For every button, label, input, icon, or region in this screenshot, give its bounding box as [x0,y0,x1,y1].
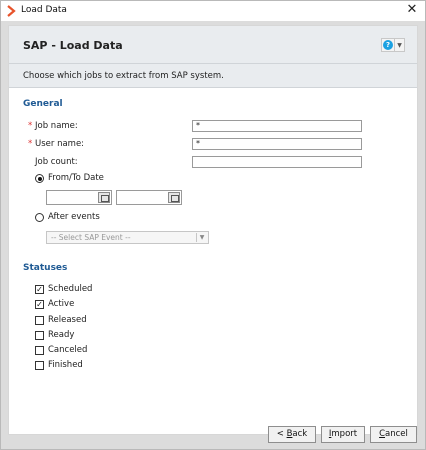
cancel-button[interactable]: Cancel [370,426,417,443]
job-count-input[interactable] [192,156,362,168]
calendar-icon[interactable] [98,192,110,203]
status-label-released[interactable]: Released [48,315,87,325]
status-checkbox-active[interactable]: ✓ [35,300,44,309]
calendar-icon[interactable] [168,192,180,203]
status-label-canceled[interactable]: Canceled [48,345,87,355]
status-label-ready[interactable]: Ready [48,330,74,340]
window-title: Load Data [21,5,67,15]
after-events-label[interactable]: After events [48,212,100,222]
import-button[interactable]: Import [321,426,365,443]
from-to-date-label[interactable]: From/To Date [48,173,104,183]
to-date-input[interactable] [116,190,182,205]
app-logo-icon [7,5,16,17]
chevron-down-icon[interactable]: ▼ [196,233,207,242]
close-icon[interactable]: ✕ [405,2,419,18]
back-button[interactable]: < Back [268,426,316,443]
import-button-rest: mport [331,429,358,439]
after-events-radio[interactable] [35,213,44,222]
required-marker: * [28,139,33,149]
sap-event-select[interactable]: -- Select SAP Event -- ▼ [46,231,209,244]
description-bar: Choose which jobs to extract from SAP sy… [9,64,417,88]
section-title-general: General [23,99,63,109]
cancel-button-rest: ancel [385,429,408,439]
description-text: Choose which jobs to extract from SAP sy… [23,71,224,81]
back-button-prefix: < [276,429,287,439]
status-checkbox-released[interactable] [35,316,44,325]
user-name-input[interactable]: * [192,138,362,150]
status-label-active[interactable]: Active [48,299,74,309]
page-title: SAP - Load Data [23,39,123,52]
status-checkbox-scheduled[interactable]: ✓ [35,285,44,294]
content-panel: SAP - Load Data ? ▼ Choose which jobs to… [8,25,418,435]
from-date-input[interactable] [46,190,112,205]
dialog-body: SAP - Load Data ? ▼ Choose which jobs to… [1,21,425,449]
status-checkbox-ready[interactable] [35,331,44,340]
user-name-label: User name: [35,139,85,149]
job-count-label: Job count: [35,157,78,167]
sap-event-select-value: -- Select SAP Event -- [51,233,131,242]
status-label-scheduled[interactable]: Scheduled [48,284,92,294]
section-title-statuses: Statuses [23,263,68,273]
title-bar: Load Data ✕ [1,1,425,21]
required-marker: * [28,121,33,131]
status-checkbox-finished[interactable] [35,361,44,370]
dialog-window: Load Data ✕ SAP - Load Data ? ▼ Choose w… [0,0,426,450]
job-name-input[interactable]: * [192,120,362,132]
job-name-label: Job name: [35,121,78,131]
status-label-finished[interactable]: Finished [48,360,83,370]
chevron-down-icon[interactable]: ▼ [394,39,404,51]
help-dropdown-button[interactable]: ? ▼ [381,38,405,52]
from-to-date-radio[interactable] [35,174,44,183]
panel-header: SAP - Load Data ? ▼ [9,26,417,64]
help-icon[interactable]: ? [383,40,393,50]
back-button-rest: ack [292,429,308,439]
status-checkbox-canceled[interactable] [35,346,44,355]
